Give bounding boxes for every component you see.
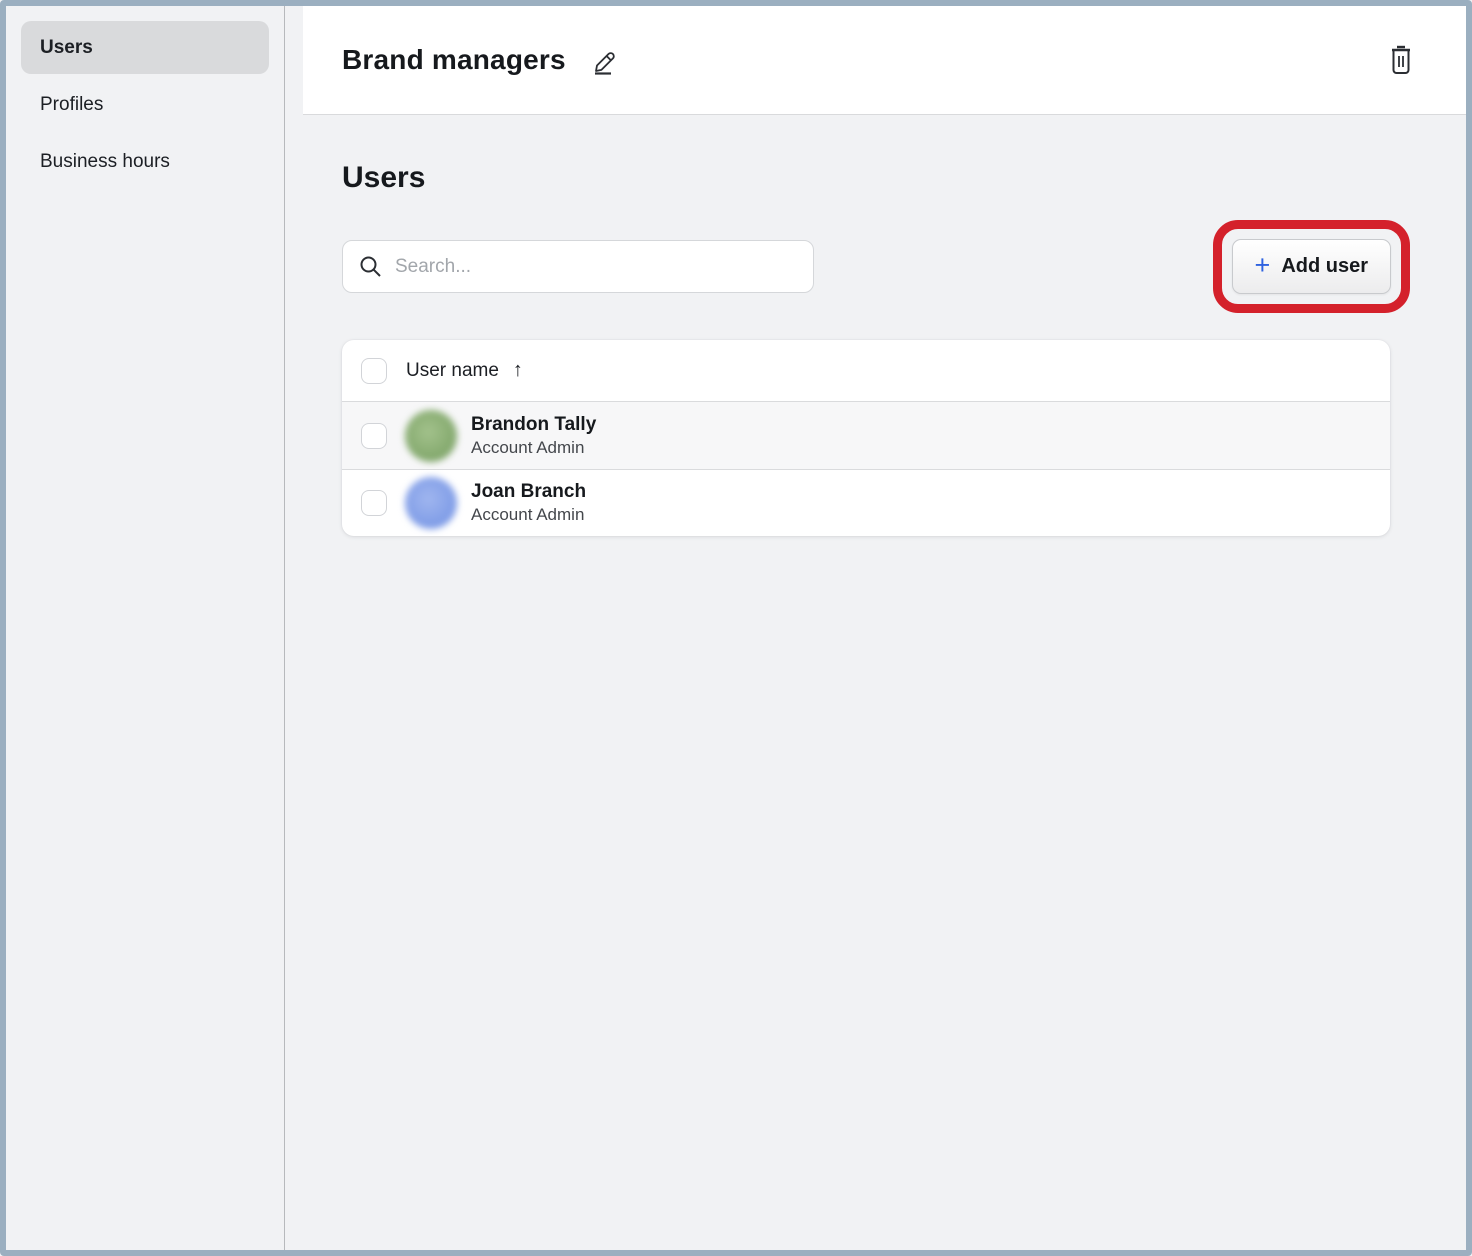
avatar	[405, 410, 457, 462]
row-checkbox[interactable]	[361, 490, 387, 516]
main-area: Brand managers	[285, 6, 1466, 1250]
user-cell: Joan Branch Account Admin	[471, 480, 586, 526]
search-box	[342, 240, 814, 293]
select-all-checkbox[interactable]	[361, 358, 387, 384]
table-row[interactable]: Brandon Tally Account Admin	[342, 402, 1390, 469]
sidebar-item-business-hours[interactable]: Business hours	[21, 135, 269, 188]
sidebar-item-users[interactable]: Users	[21, 21, 269, 74]
add-user-button[interactable]: + Add user	[1232, 239, 1391, 294]
add-user-label: Add user	[1281, 255, 1368, 278]
avatar	[405, 477, 457, 529]
delete-group-button[interactable]	[1384, 41, 1418, 79]
sort-asc-icon[interactable]: ↑	[513, 359, 523, 382]
trash-icon	[1388, 45, 1414, 75]
user-role: Account Admin	[471, 504, 586, 526]
user-role: Account Admin	[471, 437, 596, 459]
edit-title-button[interactable]	[586, 41, 624, 79]
settings-sidebar: Users Profiles Business hours	[6, 6, 285, 1250]
plus-icon: +	[1255, 252, 1271, 279]
user-cell: Brandon Tally Account Admin	[471, 413, 596, 459]
page-title: Brand managers	[342, 44, 566, 76]
sidebar-item-label: Users	[40, 37, 93, 59]
search-input[interactable]	[395, 256, 797, 278]
sidebar-item-label: Profiles	[40, 94, 103, 116]
user-name: Joan Branch	[471, 480, 586, 504]
table-row[interactable]: Joan Branch Account Admin	[342, 469, 1390, 536]
column-user-name[interactable]: User name	[406, 360, 499, 382]
toolbar-row: + Add user	[342, 220, 1390, 313]
pencil-icon	[590, 45, 620, 75]
users-table: User name ↑ Brandon Tally Account Admin …	[342, 340, 1390, 536]
page-header: Brand managers	[303, 6, 1466, 115]
row-checkbox[interactable]	[361, 423, 387, 449]
section-title: Users	[342, 160, 1390, 196]
sidebar-item-label: Business hours	[40, 151, 170, 173]
sidebar-item-profiles[interactable]: Profiles	[21, 78, 269, 131]
annotation-highlight: + Add user	[1213, 220, 1410, 313]
search-icon	[359, 255, 382, 278]
users-panel: Users + Add user	[285, 115, 1466, 1250]
table-header: User name ↑	[342, 340, 1390, 402]
user-name: Brandon Tally	[471, 413, 596, 437]
